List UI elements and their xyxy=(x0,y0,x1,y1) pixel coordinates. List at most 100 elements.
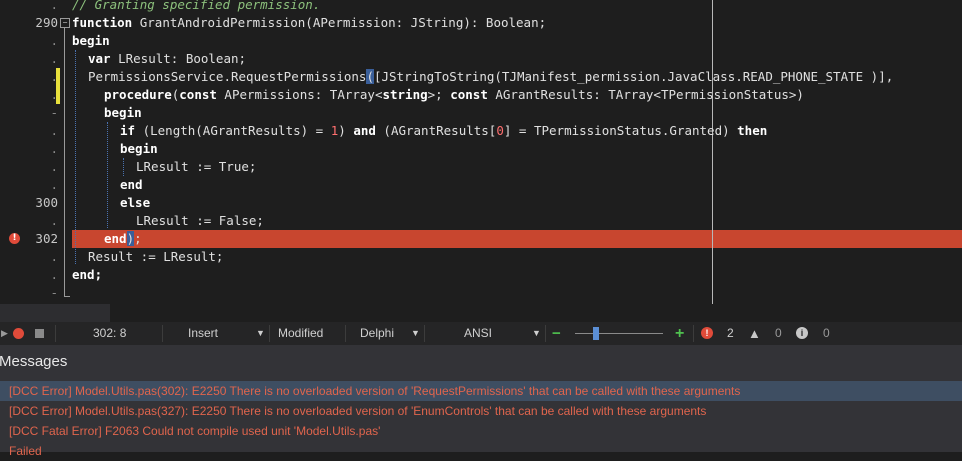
keyword: end xyxy=(120,177,143,192)
code-line: LResult := False; xyxy=(136,213,264,228)
keyword: begin xyxy=(120,141,158,156)
line-number: . xyxy=(50,87,58,102)
line-number: . xyxy=(50,213,58,228)
code-text: GrantAndroidPermission(APermission: JStr… xyxy=(132,15,547,30)
keyword: if xyxy=(120,123,136,138)
status-separator xyxy=(269,325,270,342)
block-guide xyxy=(107,122,108,228)
code-text: PermissionsService.RequestPermissions xyxy=(88,69,367,84)
code-editor[interactable]: . 290 . . . . - . . . . 300 . 302 . . - … xyxy=(0,0,962,304)
error-icon[interactable]: ! xyxy=(701,327,713,339)
info-icon[interactable]: i xyxy=(796,327,808,339)
encoding-selector[interactable]: ANSI xyxy=(464,322,492,345)
status-bar: ▶ 302: 8 Insert ▼ Modified Delphi ▼ ANSI… xyxy=(0,322,962,345)
line-number: 300 xyxy=(35,195,58,210)
code-line: Result := LResult; xyxy=(88,249,224,264)
line-number: . xyxy=(50,267,58,282)
modified-line-bar xyxy=(56,68,60,104)
code-line: end xyxy=(120,176,143,194)
modified-indicator: Modified xyxy=(278,326,324,340)
line-number: . xyxy=(50,69,58,84)
zoom-slider-thumb[interactable] xyxy=(592,327,599,340)
cursor-position: 302: 8 xyxy=(93,326,127,340)
line-number: . xyxy=(50,51,58,66)
code-line: if (Length(AGrantResults) = 1) and (AGra… xyxy=(120,122,767,140)
block-guide xyxy=(123,158,124,176)
chevron-down-icon[interactable]: ▼ xyxy=(256,322,265,345)
code-text: AGrantResults: TArray<TPermissionStatus>… xyxy=(487,87,804,102)
stop-macro-icon[interactable] xyxy=(35,329,44,338)
code-text: (Length(AGrantResults) = xyxy=(135,123,331,138)
code-line: procedure(const APermissions: TArray<str… xyxy=(104,86,804,104)
keyword: string xyxy=(382,87,428,102)
editor-gutter[interactable]: . 290 . . . . - . . . . 300 . 302 . . - … xyxy=(0,0,70,304)
error-count: 2 xyxy=(727,326,734,340)
code-text: (AGrantResults[ xyxy=(375,123,497,138)
hint-count: 0 xyxy=(823,326,830,340)
zoom-in-icon[interactable]: + xyxy=(675,322,684,345)
message-item[interactable]: [DCC Fatal Error] F2063 Could not compil… xyxy=(0,421,962,441)
code-line: LResult := True; xyxy=(136,159,257,174)
error-marker-icon[interactable]: ! xyxy=(9,233,20,244)
code-text: >; xyxy=(427,87,451,102)
keyword: procedure xyxy=(104,87,172,102)
line-number: . xyxy=(50,0,58,12)
line-number: - xyxy=(50,105,58,120)
status-separator xyxy=(55,325,56,342)
chevron-down-icon[interactable]: ▼ xyxy=(532,322,541,345)
keyword: var xyxy=(88,51,111,66)
message-item[interactable]: Failed xyxy=(0,441,962,461)
keyword: begin xyxy=(104,105,142,120)
block-guide xyxy=(75,50,76,264)
status-separator xyxy=(345,325,346,342)
keyword: end xyxy=(104,231,127,246)
play-macro-icon[interactable]: ▶ xyxy=(1,322,8,345)
line-number: . xyxy=(50,33,58,48)
code-text: APermissions: TArray< xyxy=(216,87,383,102)
line-number: - xyxy=(50,285,58,300)
message-item[interactable]: [DCC Error] Model.Utils.pas(327): E2250 … xyxy=(0,401,962,421)
code-text: ; xyxy=(134,231,142,246)
zoom-out-icon[interactable]: − xyxy=(552,322,561,345)
line-number: . xyxy=(50,249,58,264)
warning-count: 0 xyxy=(775,326,782,340)
line-number: 290 xyxy=(35,15,58,30)
insert-mode[interactable]: Insert xyxy=(188,322,218,345)
code-line: begin xyxy=(104,104,142,122)
record-macro-icon[interactable] xyxy=(13,328,24,339)
number-literal: 0 xyxy=(496,123,504,138)
keyword: begin xyxy=(72,33,110,48)
status-separator xyxy=(162,325,163,342)
language-selector[interactable]: Delphi xyxy=(360,322,394,345)
code-line-290: function GrantAndroidPermission(APermiss… xyxy=(72,14,546,32)
keyword: const xyxy=(450,87,488,102)
line-number: . xyxy=(50,141,58,156)
status-separator xyxy=(545,325,546,342)
code-comment: // Granting specified permission. xyxy=(72,0,321,12)
keyword: const xyxy=(179,87,217,102)
warning-icon[interactable]: ▲ xyxy=(748,322,761,345)
code-line: begin xyxy=(72,32,110,50)
matched-paren: ) xyxy=(126,231,135,246)
keyword: and xyxy=(353,123,376,138)
messages-title: Messages xyxy=(0,353,68,370)
code-line: end; xyxy=(72,266,102,284)
code-line: PermissionsService.RequestPermissions([J… xyxy=(88,68,893,86)
line-number: . xyxy=(50,159,58,174)
status-separator xyxy=(693,325,694,342)
message-item[interactable]: [DCC Error] Model.Utils.pas(302): E2250 … xyxy=(0,381,962,401)
code-line-300: else xyxy=(120,194,150,212)
keyword: else xyxy=(120,195,151,210)
zoom-slider-track[interactable] xyxy=(575,333,663,334)
fold-toggle-icon[interactable]: − xyxy=(60,18,70,28)
line-number: . xyxy=(50,177,58,192)
chevron-down-icon[interactable]: ▼ xyxy=(411,322,420,345)
keyword: end; xyxy=(72,267,103,282)
keyword: then xyxy=(737,123,768,138)
code-line: begin xyxy=(120,140,158,158)
status-separator xyxy=(424,325,425,342)
editor-tab-strip xyxy=(0,304,110,322)
code-text: [JStringToString(TJManifest_permission.J… xyxy=(373,69,894,84)
code-text: ) xyxy=(338,123,354,138)
line-number: . xyxy=(50,123,58,138)
